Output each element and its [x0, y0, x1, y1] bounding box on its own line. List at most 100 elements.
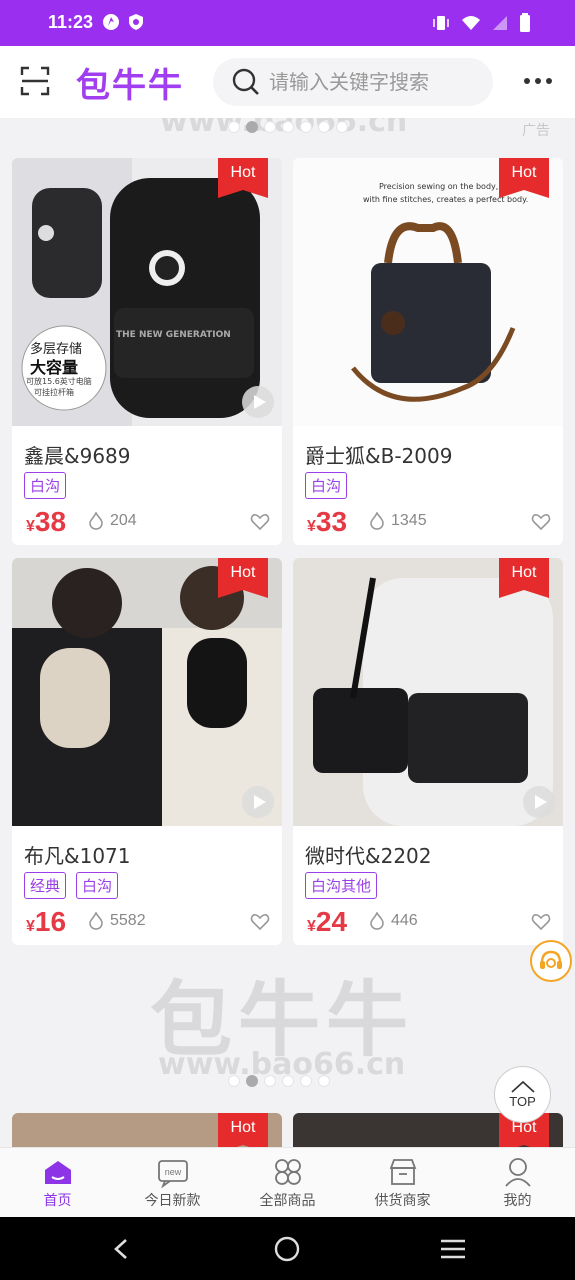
- bottom-tab-bar: 首页 new 今日新款 全部商品 供货商家 我的: [0, 1147, 575, 1217]
- heat-count: 446: [391, 912, 418, 929]
- tab-all-products[interactable]: 全部商品: [230, 1148, 345, 1217]
- hot-badge: Hot: [218, 558, 268, 598]
- product-tag: 白沟: [305, 472, 348, 499]
- status-time: 11:23: [48, 12, 94, 32]
- svg-text:new: new: [164, 1167, 181, 1177]
- play-icon[interactable]: [523, 786, 555, 818]
- image-caption: 大容量: [30, 358, 79, 377]
- product-title: 鑫晨&9689: [24, 444, 131, 468]
- tab-label: 今日新款: [144, 1193, 201, 1209]
- bag-print-text: THE NEW GENERATION: [116, 330, 231, 340]
- price-amount: 33: [315, 506, 348, 537]
- hot-badge: Hot: [218, 158, 268, 198]
- product-price: ¥38: [26, 506, 66, 538]
- product-card[interactable]: Hot 布凡&1071 经典 白沟 ¥16 5582: [12, 558, 282, 945]
- heat-count: 5582: [110, 912, 146, 929]
- favorite-heart-icon[interactable]: [531, 912, 551, 932]
- store-icon: [389, 1159, 416, 1185]
- search-bar[interactable]: [213, 58, 493, 106]
- product-tag: 白沟: [24, 472, 67, 499]
- customer-service-button[interactable]: [530, 940, 572, 982]
- price-amount: 16: [34, 906, 67, 937]
- product-title: 布凡&1071: [24, 844, 131, 868]
- product-heat: 204: [88, 512, 137, 530]
- product-tag: 经典: [24, 872, 67, 899]
- product-tag: 白沟其他: [305, 872, 378, 899]
- status-bar: 11:23: [0, 0, 575, 46]
- price-amount: 38: [34, 506, 67, 537]
- app-logo[interactable]: 包牛牛: [76, 58, 184, 107]
- play-icon[interactable]: [242, 786, 274, 818]
- tab-profile[interactable]: 我的: [460, 1148, 575, 1217]
- favorite-heart-icon[interactable]: [250, 512, 270, 532]
- product-tags: 白沟: [24, 472, 67, 499]
- product-image: Hot: [12, 558, 282, 826]
- top-label: TOP: [509, 1094, 536, 1109]
- header: 包牛牛: [0, 46, 575, 118]
- tab-home[interactable]: 首页: [0, 1148, 115, 1217]
- shield-icon: [129, 14, 143, 30]
- price-symbol: ¥: [307, 918, 316, 935]
- favorite-heart-icon[interactable]: [531, 512, 551, 532]
- tab-new-arrivals[interactable]: new 今日新款: [115, 1148, 230, 1217]
- product-card[interactable]: 多层存储 大容量 可放15.6英寸电脑 可挂拉杆箱 THE NEW GENERA…: [12, 158, 282, 545]
- product-tags: 白沟: [305, 472, 348, 499]
- new-icon: new: [157, 1160, 188, 1188]
- chevron-up-icon: [510, 1080, 535, 1093]
- product-heat: 1345: [369, 512, 427, 530]
- product-tags: 白沟其他: [305, 872, 378, 899]
- signal-icon: [493, 16, 507, 30]
- product-heat: 5582: [88, 912, 146, 930]
- price-symbol: ¥: [26, 918, 35, 935]
- product-card[interactable]: Hot 微时代&2202 白沟其他 ¥24 446: [293, 558, 563, 945]
- heat-count: 204: [110, 512, 137, 529]
- compass-icon: [103, 14, 119, 30]
- grid-icon: [274, 1159, 301, 1185]
- tab-suppliers[interactable]: 供货商家: [345, 1148, 460, 1217]
- sling-bag-image: [12, 558, 282, 826]
- user-icon: [504, 1158, 531, 1187]
- product-title: 爵士狐&B-2009: [305, 444, 453, 468]
- ad-label: 广告: [522, 123, 550, 139]
- banner-dots: [228, 121, 348, 133]
- messenger-bag-image: [293, 558, 563, 826]
- flame-icon: [370, 912, 384, 930]
- scan-icon[interactable]: [20, 66, 50, 96]
- promo-banner[interactable]: 包牛牛 www.bao66.cn: [0, 945, 575, 1095]
- price-amount: 24: [315, 906, 348, 937]
- product-tags: 经典 白沟: [24, 872, 119, 899]
- top-banner[interactable]: www.bao66.cn 广告: [0, 118, 575, 140]
- hot-badge: Hot: [218, 1113, 268, 1153]
- product-price: ¥33: [307, 506, 347, 538]
- flame-icon: [89, 912, 103, 930]
- home-circle-icon[interactable]: [274, 1236, 300, 1262]
- status-icons-right: [431, 13, 531, 33]
- image-caption: Precision sewing on the body,: [379, 182, 499, 191]
- wifi-icon: [462, 16, 480, 30]
- price-symbol: ¥: [26, 518, 35, 535]
- search-input[interactable]: [269, 70, 469, 94]
- product-image: 多层存储 大容量 可放15.6英寸电脑 可挂拉杆箱 THE NEW GENERA…: [12, 158, 282, 426]
- favorite-heart-icon[interactable]: [250, 912, 270, 932]
- product-title: 微时代&2202: [305, 844, 432, 868]
- more-icon[interactable]: [524, 78, 552, 84]
- banner-dots: [228, 1075, 330, 1087]
- heat-count: 1345: [391, 512, 427, 529]
- flame-icon: [370, 512, 384, 530]
- menu-icon[interactable]: [440, 1237, 466, 1261]
- hot-badge: Hot: [499, 558, 549, 598]
- search-icon: [232, 68, 259, 95]
- price-symbol: ¥: [307, 518, 316, 535]
- product-tag: 白沟: [76, 872, 119, 899]
- back-to-top-button[interactable]: TOP: [494, 1066, 551, 1123]
- product-card[interactable]: Precision sewing on the body, with fine …: [293, 158, 563, 545]
- home-icon: [44, 1161, 71, 1184]
- battery-icon: [520, 13, 530, 32]
- tab-label: 供货商家: [374, 1193, 431, 1209]
- vibrate-icon: [433, 16, 449, 30]
- system-nav-bar: [0, 1217, 575, 1280]
- back-icon[interactable]: [110, 1237, 134, 1261]
- flame-icon: [89, 512, 103, 530]
- play-icon[interactable]: [242, 386, 274, 418]
- headset-icon: [540, 950, 562, 969]
